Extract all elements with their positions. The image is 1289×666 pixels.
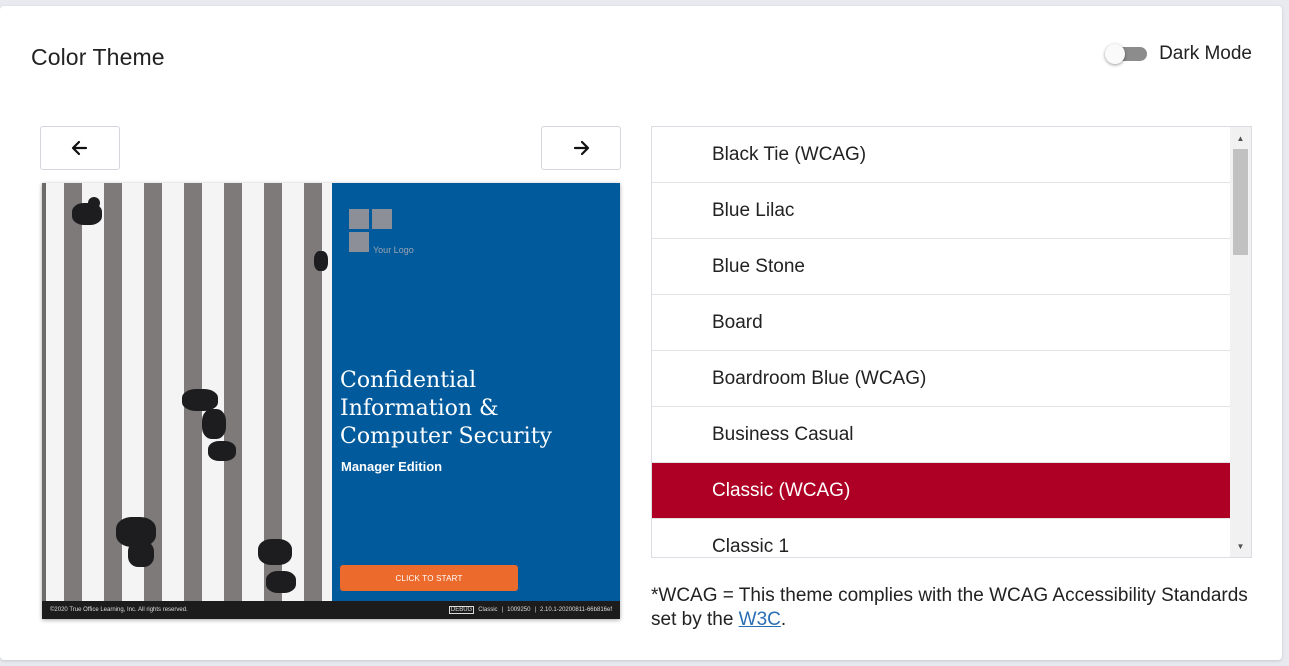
- debug-badge: DEBUG: [448, 606, 475, 614]
- course-subtitle: Manager Edition: [341, 459, 443, 474]
- logo-text: Your Logo: [373, 245, 414, 255]
- wcag-note: *WCAG = This theme complies with the WCA…: [651, 584, 1251, 632]
- footer-id: 1009250: [507, 607, 531, 613]
- toggle-switch[interactable]: [1105, 42, 1148, 66]
- theme-item-black-tie-wcag[interactable]: Black Tie (WCAG): [652, 127, 1231, 183]
- scroll-thumb[interactable]: [1233, 149, 1248, 255]
- footer-separator-1: |: [501, 607, 504, 613]
- course-title-line-2: Information &: [340, 396, 499, 421]
- preview-footer: ©2020 True Office Learning, Inc. All rig…: [42, 601, 620, 619]
- dark-mode-label: Dark Mode: [1159, 43, 1252, 64]
- theme-item-blue-stone[interactable]: Blue Stone: [652, 239, 1231, 295]
- theme-item-board[interactable]: Board: [652, 295, 1231, 351]
- photo-edge: [42, 183, 46, 601]
- wcag-note-end: .: [780, 609, 787, 630]
- footer-separator-2: |: [534, 607, 537, 613]
- theme-preview: Your Logo Confidential Information & Com…: [42, 183, 620, 619]
- course-title-line-3: Computer Security: [340, 424, 552, 449]
- scroll-up-arrow-icon[interactable]: ▲: [1230, 129, 1251, 147]
- crosswalk-photo: [42, 183, 332, 601]
- course-title: Confidential Information & Computer Secu…: [340, 367, 616, 451]
- theme-item-classic-1[interactable]: Classic 1: [652, 519, 1231, 557]
- footer-version: 2.10.1-20200811-66b816ef: [540, 607, 612, 613]
- course-title-line-1: Confidential: [340, 368, 477, 393]
- arrow-left-icon: [71, 140, 88, 156]
- color-theme-card: Color Theme Dark Mode Your Logo Confiden…: [0, 6, 1282, 660]
- theme-item-boardroom-blue-wcag[interactable]: Boardroom Blue (WCAG): [652, 351, 1231, 407]
- theme-item-classic-wcag[interactable]: Classic (WCAG): [652, 463, 1231, 519]
- theme-item-blue-lilac[interactable]: Blue Lilac: [652, 183, 1231, 239]
- click-to-start-button: CLICK TO START: [340, 565, 518, 591]
- footer-info: DEBUG Classic | 1009250 | 2.10.1-2020081…: [448, 606, 612, 614]
- arrow-right-icon: [573, 140, 590, 156]
- previous-theme-button[interactable]: [40, 126, 120, 170]
- page-title: Color Theme: [31, 44, 165, 70]
- footer-copyright: ©2020 True Office Learning, Inc. All rig…: [50, 607, 188, 613]
- dark-mode-toggle[interactable]: Dark Mode: [1105, 42, 1252, 66]
- title-panel: Your Logo Confidential Information & Com…: [332, 183, 620, 601]
- footer-theme: Classic: [478, 607, 498, 613]
- next-theme-button[interactable]: [541, 126, 621, 170]
- theme-item-business-casual[interactable]: Business Casual: [652, 407, 1231, 463]
- scroll-down-arrow-icon[interactable]: ▼: [1230, 537, 1251, 555]
- toggle-thumb: [1105, 44, 1126, 64]
- theme-list[interactable]: Black Tie (WCAG) Blue Lilac Blue Stone B…: [651, 126, 1252, 558]
- w3c-link[interactable]: W3C: [739, 609, 781, 630]
- list-scrollbar[interactable]: ▲ ▼: [1230, 127, 1251, 557]
